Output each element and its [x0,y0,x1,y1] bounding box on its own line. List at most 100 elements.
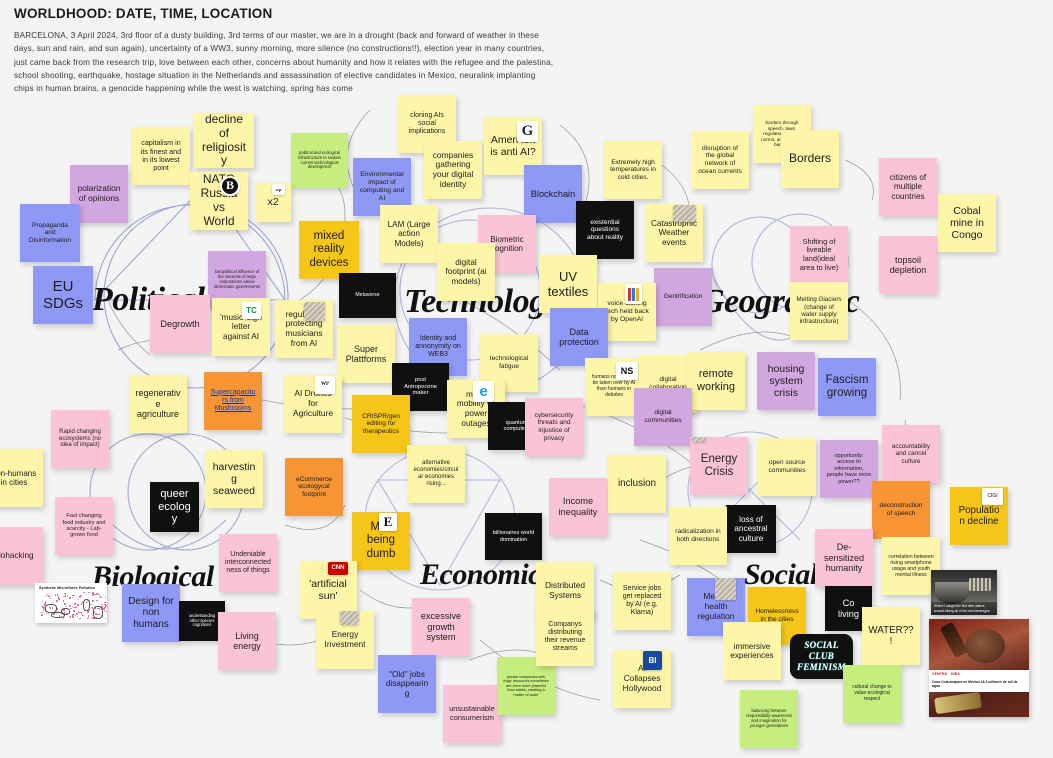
sticky-note[interactable]: Metaverse [339,273,396,318]
sticky-note[interactable]: loss of ancestral culture [726,505,776,553]
sticky-note[interactable]: unsustainable consumerism [443,685,501,743]
sticky-note[interactable]: Cobal mine in Congo [938,194,996,252]
sticky-note-text: Design for non humans [128,596,174,631]
sticky-note[interactable]: Rapid changing ecosystems (no idea of im… [51,410,109,468]
sticky-note[interactable]: LAM (Large action Models) [380,205,438,263]
sticky-note[interactable]: EU SDGs [33,266,93,324]
sticky-note[interactable]: Supercapacitors from Mushrooms [204,372,262,430]
sticky-note[interactable]: NATO Russia vs World B [190,172,248,230]
sticky-note[interactable]: CRISPR/gen editing for therapeutics [352,395,410,453]
sticky-note[interactable]: Service jobs get replaced by AI (e.g. Kl… [613,572,671,630]
sticky-note[interactable]: Energy Crisis [690,437,748,495]
sticky-note[interactable]: Mile being dumbE [352,512,410,570]
sticky-note[interactable]: Propaganda and Disinformation [20,204,80,262]
sticky-note[interactable]: digital footprint (ai models) [437,243,495,301]
sticky-note[interactable]: Income inequality [549,478,607,536]
sticky-note[interactable]: UV textiles [539,255,597,313]
sticky-note[interactable]: opportunity: access to information, peop… [820,440,878,498]
sticky-note-text: Blockchain [530,189,576,200]
sticky-note-text: harvesting seaweed [211,461,257,498]
sticky-note-text: WATER??! [868,625,914,648]
sticky-note-text: citizens of multiple countries [885,173,931,202]
sticky-note-text: SOCIAL CLUB FEMINISM [796,640,847,674]
sticky-note[interactable]: topsoil depletion [879,236,937,294]
source-logo-icon: WP [315,376,335,394]
source-logo-icon: BI [643,651,662,670]
sticky-note[interactable]: deconstruction of speech [872,481,930,539]
sticky-note[interactable]: Extremely high temperatures in cold citi… [604,141,662,199]
sticky-note[interactable]: Population decline CIGI [950,487,1008,545]
sticky-note[interactable]: citizens of multiple countries [879,158,937,216]
sticky-note[interactable]: housing system crisis [757,352,815,410]
sticky-note[interactable]: companies gathering your digital identit… [424,141,482,199]
source-logo-icon: CIGI [982,488,1003,505]
sticky-note[interactable]: Degrowth [150,295,210,353]
sticky-note[interactable]: AI Collapses Hollywood BI [613,650,671,708]
mindmap-canvas[interactable]: Political Technological Geographic Biologic… [0,0,1053,758]
sticky-note-text: private companies with huge resources so… [503,675,549,697]
sticky-note[interactable]: Undeniable interconnectedness of things [219,534,277,592]
sticky-note[interactable]: AI Drones for Agriculture WP [284,375,342,433]
sticky-note[interactable]: immersive experiences [723,622,781,680]
sticky-note-text: excessive growth system [418,611,464,643]
sticky-note[interactable]: Borders [781,130,839,188]
sticky-note[interactable]: radicalization in both directions [669,507,727,565]
sticky-note[interactable]: disruption of the global network of ocea… [691,131,749,189]
sticky-note-text: alternative economies/circular economies… [413,460,459,488]
sticky-note-text: Population decline [956,505,1002,528]
source-logo-icon [715,578,736,600]
sticky-note-text: radicalization in both directions [675,528,721,543]
sticky-note[interactable]: Design for non humans [122,584,180,642]
sticky-note[interactable]: regulation protecting musicians from AI [275,300,333,358]
sticky-note[interactable]: eCommerce ecologycal footprint [285,458,343,516]
sticky-note[interactable]: queer ecology [150,482,199,532]
sticky-note[interactable]: Super Plattforms [337,325,395,383]
source-logo-icon [625,284,642,304]
sticky-note[interactable]: inclusion [608,455,666,513]
sticky-note[interactable]: non-humans in cities [0,449,43,507]
sticky-note[interactable]: remote working [687,352,745,410]
sticky-note[interactable]: excessive growth system [412,598,470,656]
sticky-note-text: Metaverse [345,292,390,298]
sticky-note[interactable]: Companys distributing their revenue stre… [536,608,594,666]
clipping-headline-band: CENTRO · INEA Coca Cola acapara en México… [929,670,1029,692]
sticky-note[interactable]: billionaires world domination [485,513,542,560]
sticky-note-text: Gentrification [660,293,706,301]
sticky-note[interactable]: biohacking [0,527,43,585]
source-logo-icon [340,611,359,625]
sticky-note[interactable]: Melting Glaciers (change of water supply… [790,282,848,340]
sticky-note[interactable]: regenerative agriculture [129,375,187,433]
sticky-note-text: Living energy [224,631,270,652]
sticky-note[interactable]: "Old" jobs disappearing [378,655,436,713]
sticky-note-text: accountability and cancel culture [888,443,934,465]
sticky-note[interactable]: alternative economies/circular economies… [407,445,465,503]
sticky-note[interactable]: Catastrophic Weather events [645,204,703,262]
sticky-note[interactable]: cultural change to value ecological resp… [843,665,901,723]
sticky-note[interactable]: balancing between responsibility-awarene… [740,690,798,748]
sticky-note[interactable]: Fast changing food industry and scarcity… [55,497,113,555]
sticky-note[interactable]: De-sensitized humanity [815,529,873,587]
sticky-note[interactable]: x2 wp [255,183,291,222]
sticky-note-text: digital communities [640,409,686,424]
sticky-note[interactable]: open source communities [758,438,816,496]
sticky-note[interactable]: 'music' sign letter against AI TC [212,298,270,356]
sticky-note[interactable]: digital communities [634,388,692,446]
sticky-note[interactable]: political and ecological infrastructure … [291,133,348,188]
sticky-note[interactable]: harvesting seaweed [205,450,263,508]
sticky-note[interactable]: accountability and cancel culture [882,425,940,483]
sticky-note[interactable]: Energy Investment [316,611,374,669]
sticky-note[interactable]: cybersecurity threats and injustice of p… [525,398,583,456]
sticky-note-text: CRISPR/gen editing for therapeutics [358,413,404,436]
sticky-note[interactable]: decline of religiosity [194,113,254,168]
sticky-note[interactable]: Living energy [218,612,276,670]
sticky-note[interactable]: capitalism in its finest and in its lowe… [132,127,190,185]
sticky-note[interactable]: Fascism growing [818,358,876,416]
sticky-note-text: billionaires world domination [491,530,536,543]
sticky-note-text: capitalism in its finest and in its lowe… [138,139,184,172]
sticky-note[interactable]: Shifting of liveable land(ideal area to … [790,226,848,284]
sticky-note[interactable]: Gentrification [654,268,712,326]
sticky-note[interactable]: existential questions about reality [576,201,634,259]
sticky-note[interactable]: WATER??! [862,607,920,665]
sticky-note[interactable]: mixed reality devices [299,221,359,279]
sticky-note-text: biohacking [0,551,37,561]
